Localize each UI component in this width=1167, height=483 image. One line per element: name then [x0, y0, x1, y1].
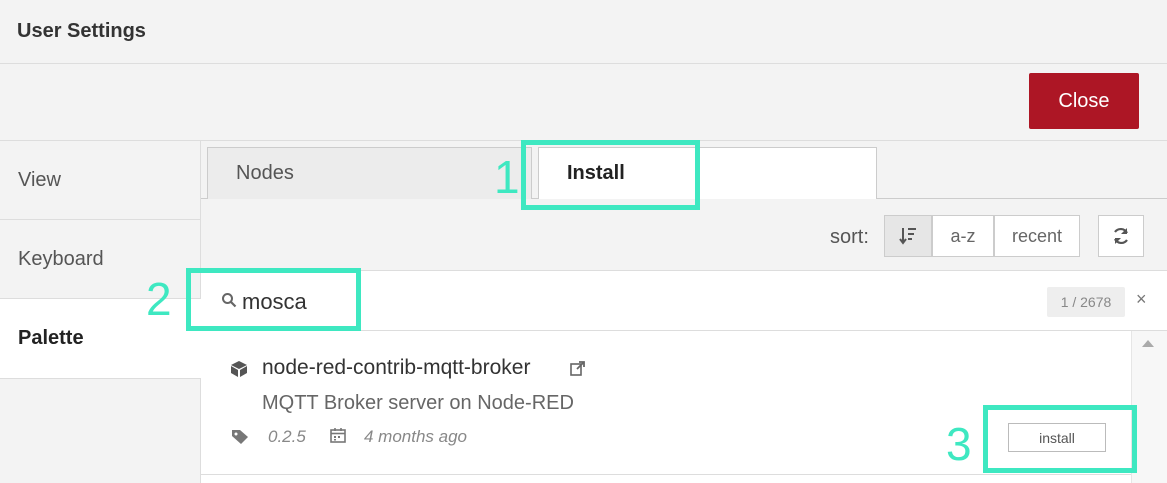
sort-label: sort: [830, 226, 869, 248]
sort-relevance-button[interactable] [884, 215, 932, 257]
clear-search-icon[interactable]: × [1136, 289, 1147, 310]
sidebar-item-view[interactable]: View [0, 141, 201, 220]
tab-label: Nodes [236, 162, 294, 184]
scroll-up-arrow-icon[interactable] [1142, 340, 1154, 347]
package-description: MQTT Broker server on Node-RED [262, 392, 574, 414]
sidebar-item-label: Palette [18, 327, 84, 349]
tag-icon [232, 430, 248, 444]
calendar-icon [330, 428, 346, 443]
package-updated: 4 months ago [364, 427, 468, 446]
sort-recent-button[interactable]: recent [994, 215, 1080, 257]
result-count-badge: 1 / 2678 [1047, 287, 1125, 317]
sort-az-button[interactable]: a-z [932, 215, 994, 257]
sidebar-item-label: Keyboard [18, 247, 104, 270]
annotation-number-3: 3 [946, 418, 972, 470]
package-version: 0.2.5 [268, 427, 306, 446]
annotation-number-2: 2 [146, 273, 172, 325]
external-link-icon[interactable] [570, 361, 585, 376]
close-button[interactable]: Close [1029, 73, 1139, 129]
package-icon [231, 361, 247, 377]
refresh-icon [1114, 227, 1128, 245]
tab-nodes[interactable]: Nodes [207, 147, 532, 199]
sidebar-item-label: View [18, 168, 61, 191]
dialog-title: User Settings [17, 20, 146, 42]
highlight-install-tab [521, 140, 700, 210]
sidebar-item-palette[interactable]: Palette [0, 299, 202, 379]
settings-header: User Settings [0, 0, 1167, 64]
highlight-search-field [186, 268, 361, 331]
highlight-install-button [983, 405, 1137, 473]
annotation-number-1: 1 [494, 151, 520, 203]
package-name-link[interactable]: node-red-contrib-mqtt-broker [262, 356, 530, 380]
sort-order-icon [899, 228, 916, 245]
refresh-button[interactable] [1098, 215, 1144, 257]
dialog-toolbar [0, 64, 1167, 141]
